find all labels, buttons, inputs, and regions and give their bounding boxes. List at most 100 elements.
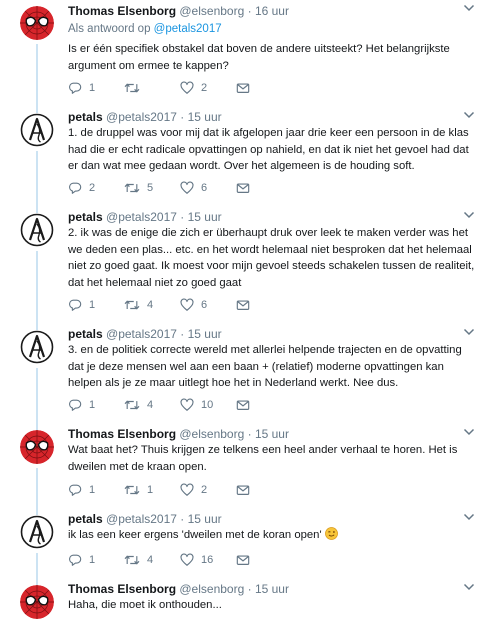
tweet-header: petals @petals2017 · 15 uur: [68, 110, 222, 125]
tweet-3[interactable]: petals @petals2017 · 15 uur 3. en de pol…: [0, 324, 489, 424]
reply-button[interactable]: 1: [68, 298, 124, 312]
chevron-down-icon[interactable]: [463, 3, 475, 13]
reply-to-link[interactable]: @petals2017: [154, 23, 222, 35]
reply-button[interactable]: 1: [68, 81, 124, 95]
direct-message-button[interactable]: [236, 483, 256, 497]
reply-count: 2: [89, 182, 96, 194]
direct-message-button[interactable]: [236, 298, 256, 312]
tweet-header: Thomas Elsenborg @elsenborg · 16 uur: [68, 4, 289, 19]
display-name[interactable]: petals: [68, 327, 103, 341]
tweet-0[interactable]: Thomas Elsenborg @elsenborg · 16 uur Als…: [0, 0, 489, 107]
retweet-icon: [124, 483, 140, 497]
timestamp[interactable]: 15 uur: [255, 427, 289, 441]
atheist-symbol-avatar[interactable]: [20, 330, 54, 364]
tweet-text: 3. en de politiek correcte wereld met al…: [68, 344, 462, 389]
chevron-down-icon[interactable]: [463, 512, 475, 522]
retweet-count: 1: [147, 484, 154, 496]
user-handle[interactable]: @elsenborg: [179, 427, 244, 441]
like-button[interactable]: 6: [180, 298, 236, 312]
reply-icon: [68, 81, 82, 95]
display-name[interactable]: Thomas Elsenborg: [68, 4, 176, 18]
display-name[interactable]: Thomas Elsenborg: [68, 427, 176, 441]
thread-line: [36, 553, 38, 579]
like-button[interactable]: 2: [180, 483, 236, 497]
separator-dot: ·: [180, 110, 185, 124]
display-name[interactable]: petals: [68, 210, 103, 224]
user-handle[interactable]: @petals2017: [106, 512, 177, 526]
direct-message-button[interactable]: [236, 553, 256, 567]
retweet-count: 4: [147, 399, 154, 411]
reply-button[interactable]: 2: [68, 181, 124, 195]
separator-dot: ·: [180, 512, 185, 526]
reply-context: Als antwoord op @petals2017: [68, 22, 222, 36]
like-button[interactable]: 16: [180, 553, 236, 567]
like-count: 6: [201, 299, 208, 311]
retweet-button[interactable]: 4: [124, 553, 180, 567]
chevron-down-icon[interactable]: [463, 427, 475, 437]
retweet-count: 4: [147, 299, 154, 311]
chevron-down-icon[interactable]: [463, 582, 475, 592]
direct-message-button[interactable]: [236, 398, 256, 412]
retweet-count: 5: [147, 182, 154, 194]
envelope-icon: [236, 181, 250, 195]
chevron-down-icon[interactable]: [463, 110, 475, 120]
retweet-button[interactable]: 4: [124, 398, 180, 412]
retweet-icon: [124, 398, 140, 412]
reply-button[interactable]: 1: [68, 553, 124, 567]
retweet-button[interactable]: 4: [124, 298, 180, 312]
user-handle[interactable]: @petals2017: [106, 110, 177, 124]
tweet-text-content: ik las een keer ergens 'dweilen met de k…: [68, 529, 322, 541]
tweet-5[interactable]: petals @petals2017 · 15 uur ik las een k…: [0, 509, 489, 579]
retweet-button[interactable]: 5: [124, 181, 180, 195]
display-name[interactable]: petals: [68, 110, 103, 124]
tweet-6[interactable]: Thomas Elsenborg @elsenborg · 15 uur Hah…: [0, 579, 489, 640]
atheist-symbol-avatar[interactable]: [20, 113, 54, 147]
user-handle[interactable]: @elsenborg: [179, 582, 244, 596]
timestamp[interactable]: 16 uur: [255, 4, 289, 18]
like-count: 2: [201, 82, 208, 94]
retweet-button[interactable]: 1: [124, 483, 180, 497]
reply-icon: [68, 553, 82, 567]
chevron-down-icon[interactable]: [463, 327, 475, 337]
direct-message-button[interactable]: [236, 81, 256, 95]
retweet-button[interactable]: [124, 81, 180, 95]
envelope-icon: [236, 553, 250, 567]
tweet-2[interactable]: petals @petals2017 · 15 uur 2. ik was de…: [0, 207, 489, 324]
timestamp[interactable]: 15 uur: [188, 110, 222, 124]
like-button[interactable]: 10: [180, 398, 236, 412]
atheist-symbol-avatar[interactable]: [20, 515, 54, 549]
display-name[interactable]: Thomas Elsenborg: [68, 582, 176, 596]
reply-button[interactable]: 1: [68, 483, 124, 497]
action-bar: 1 4 6: [68, 298, 256, 312]
timestamp[interactable]: 15 uur: [188, 327, 222, 341]
tweet-header: Thomas Elsenborg @elsenborg · 15 uur: [68, 427, 289, 442]
timestamp[interactable]: 15 uur: [255, 582, 289, 596]
spiderman-avatar[interactable]: [20, 430, 54, 464]
reply-button[interactable]: 1: [68, 398, 124, 412]
like-count: 6: [201, 182, 208, 194]
tweet-text: ik las een keer ergens 'dweilen met de k…: [68, 527, 478, 544]
spiderman-avatar[interactable]: [20, 585, 54, 619]
action-bar: 1 1 2: [68, 483, 256, 497]
spiderman-avatar[interactable]: [20, 6, 54, 40]
direct-message-button[interactable]: [236, 181, 256, 195]
tweet-4[interactable]: Thomas Elsenborg @elsenborg · 15 uur Wat…: [0, 424, 489, 509]
display-name[interactable]: petals: [68, 512, 103, 526]
like-count: 2: [201, 484, 208, 496]
reply-icon: [68, 298, 82, 312]
timestamp[interactable]: 15 uur: [188, 512, 222, 526]
chevron-down-icon[interactable]: [463, 210, 475, 220]
wink-emoji: [325, 527, 338, 540]
atheist-symbol-avatar[interactable]: [20, 213, 54, 247]
user-handle[interactable]: @petals2017: [106, 210, 177, 224]
user-handle[interactable]: @petals2017: [106, 327, 177, 341]
tweet-text: Haha, die moet ik onthouden...: [68, 599, 222, 611]
user-handle[interactable]: @elsenborg: [179, 4, 244, 18]
retweet-icon: [124, 298, 140, 312]
timestamp[interactable]: 15 uur: [188, 210, 222, 224]
separator-dot: ·: [180, 327, 185, 341]
like-button[interactable]: 2: [180, 81, 236, 95]
envelope-icon: [236, 398, 250, 412]
like-button[interactable]: 6: [180, 181, 236, 195]
tweet-1[interactable]: petals @petals2017 · 15 uur 1. de druppe…: [0, 107, 489, 207]
